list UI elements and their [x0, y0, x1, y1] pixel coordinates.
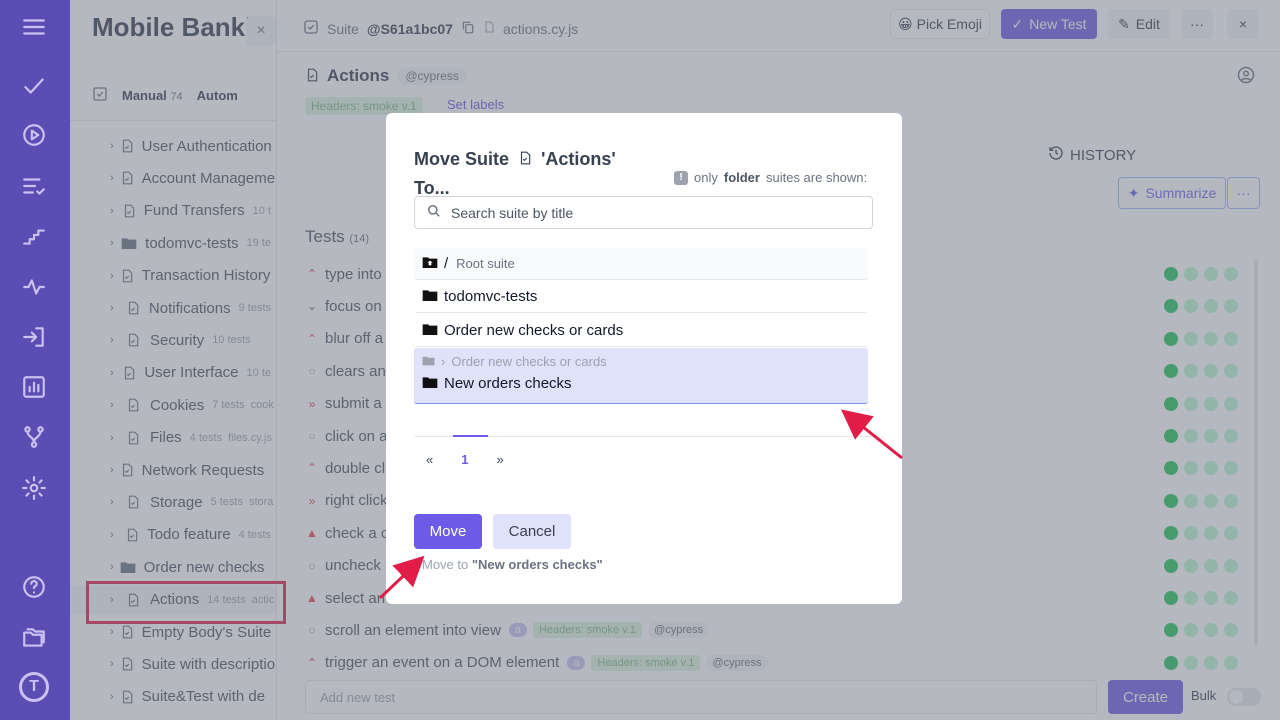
search-icon	[427, 204, 441, 221]
folder-only-note: ! only folder suites are shown:	[674, 170, 867, 185]
file-icon	[518, 146, 532, 174]
branch-icon[interactable]	[17, 420, 51, 454]
parent-breadcrumb: › Order new checks or cards	[422, 354, 868, 369]
active-page-indicator	[453, 435, 488, 437]
folder-icon	[422, 354, 435, 369]
folders-icon[interactable]	[17, 621, 51, 655]
chevron-right-icon: ›	[441, 354, 446, 369]
cancel-button[interactable]: Cancel	[493, 514, 571, 549]
folder-icon	[422, 375, 438, 392]
dialog-title: Move Suite 'Actions' To...	[414, 145, 644, 202]
check-icon[interactable]	[17, 69, 51, 103]
search-input[interactable]	[451, 204, 851, 221]
pulse-icon[interactable]	[17, 270, 51, 304]
root-suite-option[interactable]: / Root suite	[414, 248, 868, 280]
gear-icon[interactable]	[17, 471, 51, 505]
suite-option[interactable]: todomvc-tests	[414, 281, 868, 313]
list-check-icon[interactable]	[17, 169, 51, 203]
next-page-button[interactable]: »	[496, 452, 503, 467]
prev-page-button[interactable]: «	[426, 452, 433, 467]
bar-chart-icon[interactable]	[17, 370, 51, 404]
home-folder-icon	[422, 255, 438, 272]
info-icon: !	[674, 170, 688, 185]
suite-option-selected[interactable]: › Order new checks or cards New orders c…	[414, 348, 868, 404]
move-suite-dialog: Move Suite 'Actions' To... ! only folder…	[386, 113, 902, 604]
page-1-button[interactable]: 1	[461, 452, 468, 467]
import-icon[interactable]	[17, 320, 51, 354]
app-rail: T	[0, 0, 70, 720]
menu-icon[interactable]	[17, 10, 51, 44]
suite-search-field[interactable]	[414, 196, 873, 229]
move-destination-text: Move to "New orders checks"	[422, 557, 603, 572]
pagination: « 1 »	[426, 452, 504, 467]
folder-icon	[422, 288, 438, 305]
suite-option[interactable]: Order new checks or cards	[414, 314, 868, 347]
stairs-icon[interactable]	[17, 219, 51, 253]
play-icon[interactable]	[17, 118, 51, 152]
help-icon[interactable]	[17, 570, 51, 604]
move-button[interactable]: Move	[414, 514, 482, 549]
folder-icon	[422, 322, 438, 339]
app-logo[interactable]: T	[19, 672, 49, 702]
